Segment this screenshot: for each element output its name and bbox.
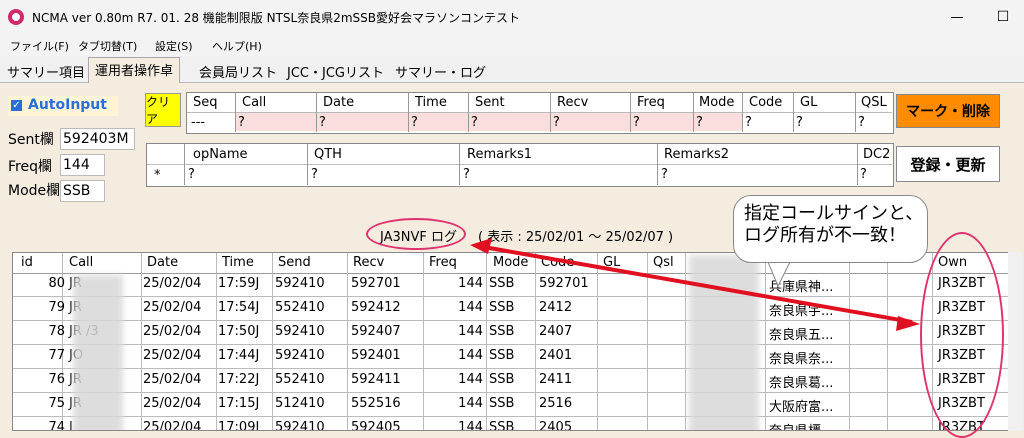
callout-line-2: ログ所有が不一致！ — [744, 225, 906, 246]
arrowhead-right — [896, 316, 920, 331]
mismatch-callout: 指定コールサインと、 ログ所有が不一致！ — [733, 195, 928, 263]
callout-line-1: 指定コールサインと、 — [744, 203, 924, 224]
bubble-tail — [767, 261, 791, 288]
arrowhead-left — [470, 238, 492, 254]
